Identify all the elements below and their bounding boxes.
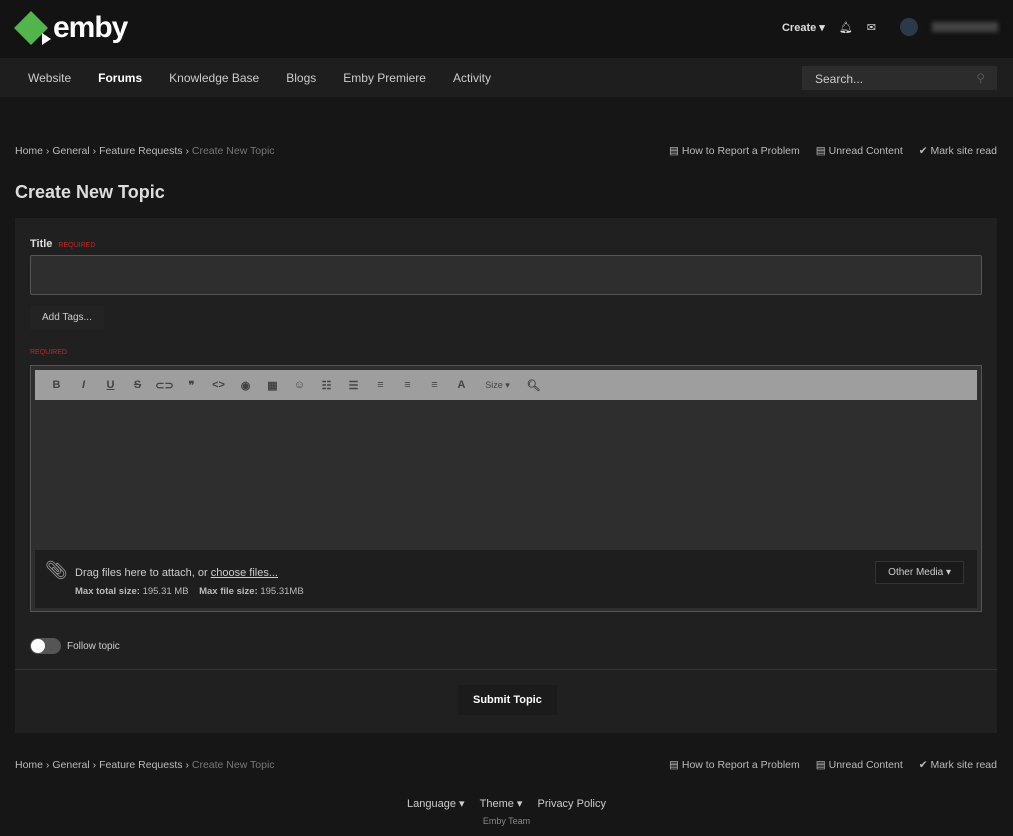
- crumb-current: Create New Topic: [191, 145, 275, 157]
- title-input[interactable]: [30, 255, 982, 295]
- bell-icon[interactable]: 🔔︎: [839, 21, 853, 34]
- align-right-icon[interactable]: ≡: [421, 379, 448, 391]
- underline-icon[interactable]: U: [97, 379, 124, 391]
- nav-emby-premiere[interactable]: Emby Premiere: [343, 71, 426, 85]
- main-nav: Website Forums Knowledge Base Blogs Emby…: [0, 58, 1013, 97]
- topic-form: Title REQUIRED Add Tags... REQUIRED B I U…: [15, 218, 997, 733]
- italic-icon[interactable]: I: [70, 379, 97, 391]
- size-dropdown[interactable]: Size ▾: [475, 380, 520, 391]
- mail-icon[interactable]: ✉: [867, 21, 876, 34]
- title-label: Title REQUIRED: [30, 238, 96, 250]
- submit-topic-button[interactable]: Submit Topic: [458, 685, 557, 715]
- link-icon[interactable]: ⊂⊃: [151, 379, 178, 392]
- paperclip-icon: 📎︎: [45, 560, 68, 580]
- footer-links: Language ▾ Theme ▾ Privacy Policy: [0, 797, 1013, 810]
- content-required: REQUIRED: [30, 349, 67, 356]
- nav-knowledge-base[interactable]: Knowledge Base: [169, 71, 259, 85]
- table-icon[interactable]: ▦: [259, 379, 286, 392]
- mark-read-link[interactable]: ✔ Mark site read: [919, 145, 997, 157]
- quick-links: ▤ How to Report a Problem ▤ Unread Conte…: [669, 145, 997, 157]
- footer-team[interactable]: Emby Team: [0, 816, 1013, 826]
- align-center-icon[interactable]: ≡: [394, 379, 421, 391]
- emoji-icon[interactable]: ☺: [286, 379, 313, 391]
- crumb-feature-requests[interactable]: Feature Requests: [99, 145, 182, 157]
- editor-body[interactable]: [31, 400, 981, 550]
- strikethrough-icon[interactable]: S: [124, 379, 151, 391]
- preview-icon[interactable]: 🔍︎: [520, 379, 547, 392]
- language-menu[interactable]: Language ▾: [407, 798, 465, 810]
- content-editor: B I U S ⊂⊃ ❞ <> ◉ ▦ ☺ ☷ ☰ ≡ ≡ ≡ A Size ▾…: [30, 365, 982, 612]
- quote-icon[interactable]: ❞: [178, 379, 205, 392]
- search-input[interactable]: Search... ⚲: [802, 66, 997, 90]
- font-color-icon[interactable]: A: [448, 379, 475, 391]
- breadcrumb-bottom: Home › General › Feature Requests › Crea…: [15, 759, 275, 771]
- other-media-button[interactable]: Other Media ▾: [875, 561, 964, 584]
- align-left-icon[interactable]: ≡: [367, 379, 394, 391]
- nav-website[interactable]: Website: [28, 71, 71, 85]
- choose-files-link[interactable]: choose files...: [211, 567, 278, 579]
- header: emby Create ▾ 🔔︎ ✉: [0, 0, 1013, 58]
- attachment-area[interactable]: 📎︎ Drag files here to attach, or choose …: [35, 550, 977, 608]
- nav-blogs[interactable]: Blogs: [286, 71, 316, 85]
- create-menu[interactable]: Create ▾: [782, 21, 825, 34]
- bold-icon[interactable]: B: [43, 379, 70, 391]
- editor-toolbar: B I U S ⊂⊃ ❞ <> ◉ ▦ ☺ ☷ ☰ ≡ ≡ ≡ A Size ▾…: [35, 370, 977, 400]
- privacy-policy-link[interactable]: Privacy Policy: [538, 798, 606, 810]
- add-tags-button[interactable]: Add Tags...: [30, 306, 104, 330]
- page-title: Create New Topic: [15, 182, 165, 202]
- theme-menu[interactable]: Theme ▾: [480, 798, 523, 810]
- unread-content-link[interactable]: ▤ Unread Content: [816, 145, 903, 157]
- code-icon[interactable]: <>: [205, 379, 232, 391]
- bullet-list-icon[interactable]: ☷: [313, 379, 340, 392]
- report-problem-link[interactable]: ▤ How to Report a Problem: [669, 145, 800, 157]
- crumb-home[interactable]: Home: [15, 145, 43, 157]
- avatar[interactable]: [900, 18, 918, 36]
- quick-links-bottom: ▤ How to Report a Problem ▤ Unread Conte…: [669, 759, 997, 771]
- emby-logo[interactable]: emby: [14, 11, 128, 45]
- username[interactable]: [932, 22, 998, 32]
- nav-activity[interactable]: Activity: [453, 71, 491, 85]
- divider: [15, 669, 997, 670]
- crumb-general[interactable]: General: [52, 145, 89, 157]
- spoiler-icon[interactable]: ◉: [232, 379, 259, 392]
- numbered-list-icon[interactable]: ☰: [340, 379, 367, 392]
- breadcrumb: Home › General › Feature Requests › Crea…: [15, 145, 275, 157]
- follow-topic-toggle[interactable]: [30, 638, 61, 654]
- search-icon[interactable]: ⚲: [976, 71, 985, 85]
- nav-forums[interactable]: Forums: [98, 71, 142, 85]
